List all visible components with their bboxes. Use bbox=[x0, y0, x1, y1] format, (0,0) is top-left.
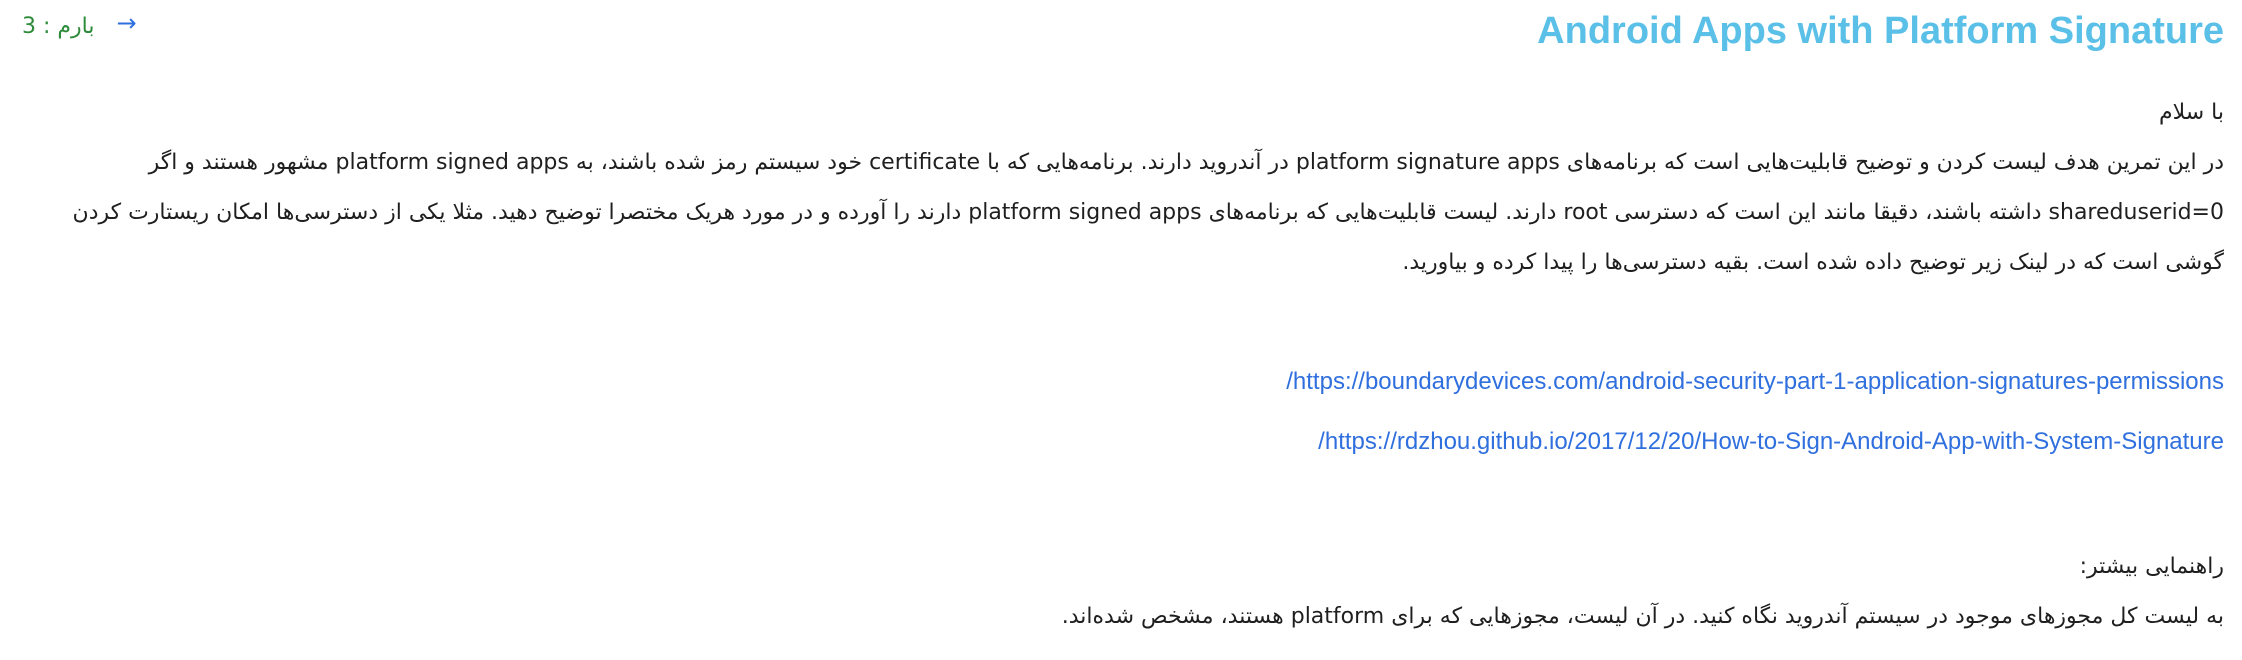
load-indicator: بارم : 3 → bbox=[22, 11, 137, 40]
guide-heading: راهنمایی بیشتر: bbox=[2079, 554, 2224, 579]
description-paragraph: در این تمرین هدف لیست کردن و توضیح قابلی… bbox=[72, 150, 2224, 275]
greeting: با سلام bbox=[2158, 100, 2224, 125]
link-rdzhou[interactable]: https://rdzhou.github.io/2017/12/20/How-… bbox=[14, 412, 2224, 472]
page-title: Android Apps with Platform Signature bbox=[1537, 10, 2224, 52]
content: با سلام در این تمرین هدف لیست کردن و توض… bbox=[14, 88, 2224, 642]
link-boundarydevices[interactable]: https://boundarydevices.com/android-secu… bbox=[14, 352, 2224, 412]
page: بارم : 3 → Android Apps with Platform Si… bbox=[0, 0, 2242, 660]
guide-text: به لیست کل مجوزهای موجود در سیستم آندروی… bbox=[1061, 604, 2224, 629]
arrow-right-icon[interactable]: → bbox=[116, 11, 136, 35]
load-label: بارم : 3 bbox=[22, 14, 95, 39]
